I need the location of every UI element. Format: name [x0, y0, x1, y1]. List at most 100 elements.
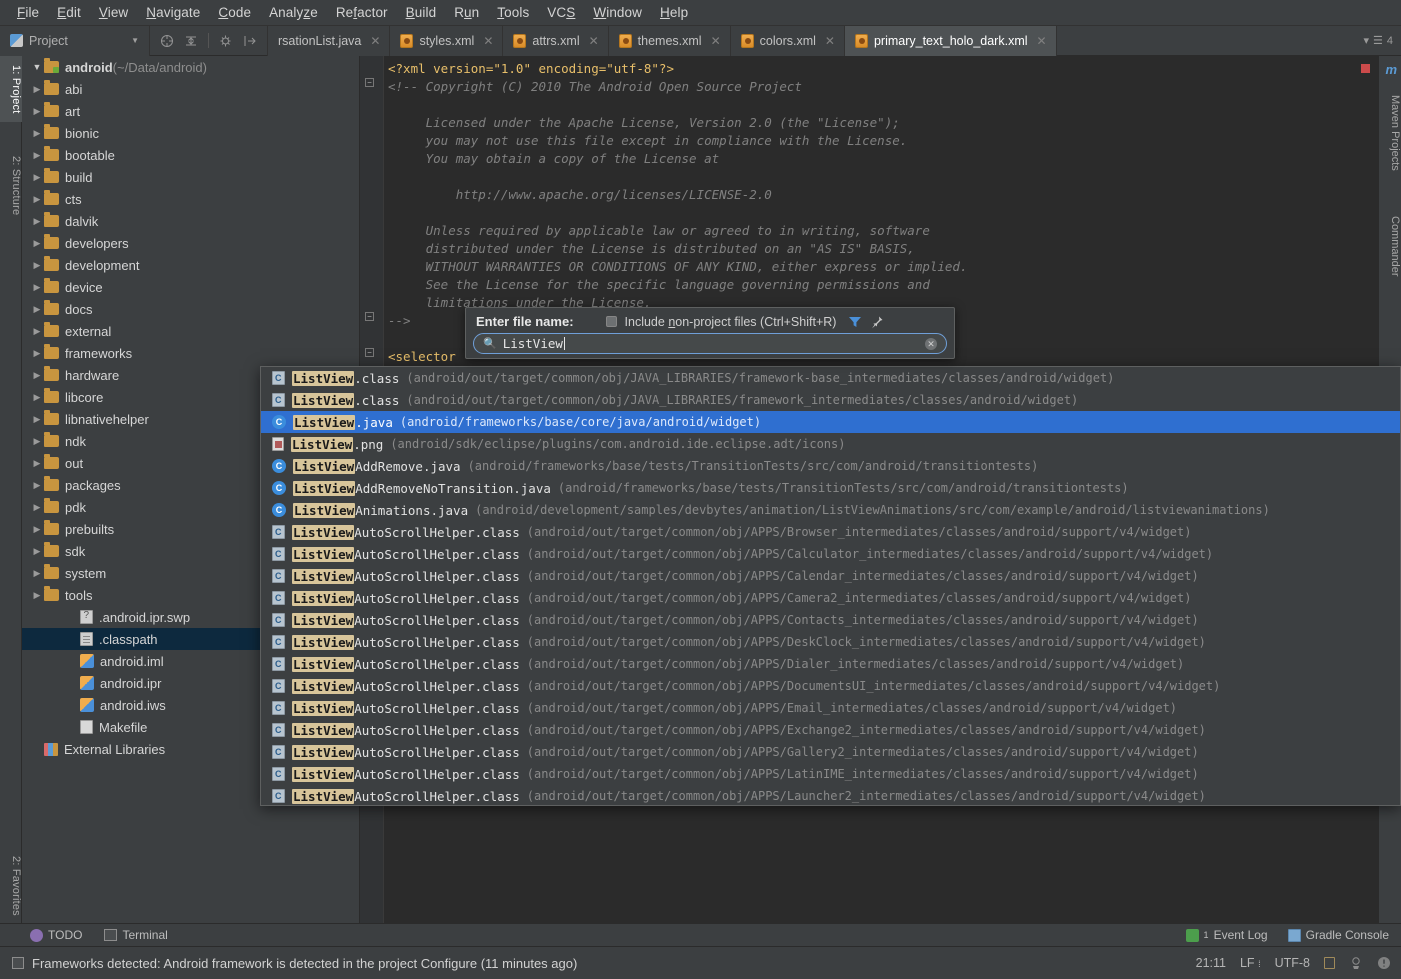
menu-item-build[interactable]: Build [397, 2, 446, 23]
editor-tab-colors-xml[interactable]: colors.xml✕ [731, 26, 845, 56]
tree-node-abi[interactable]: ▶abi [22, 78, 359, 100]
filter-funnel-icon[interactable] [848, 316, 862, 328]
editor-tab-rsationlist-java[interactable]: rsationList.java✕ [268, 26, 390, 56]
search-result-item[interactable]: CListViewAddRemove.java(android/framewor… [261, 455, 1400, 477]
close-icon[interactable]: ✕ [589, 34, 599, 48]
search-result-item[interactable]: ListView.png(android/sdk/eclipse/plugins… [261, 433, 1400, 455]
tree-node-bionic[interactable]: ▶bionic [22, 122, 359, 144]
search-result-item[interactable]: ListViewAutoScrollHelper.class(android/o… [261, 631, 1400, 653]
menu-item-navigate[interactable]: Navigate [137, 2, 209, 23]
chevron-right-icon[interactable]: ▶ [30, 370, 44, 381]
menu-item-help[interactable]: Help [651, 2, 697, 23]
search-result-item[interactable]: ListView.class(android/out/target/common… [261, 367, 1400, 389]
project-view-selector[interactable]: Project ▼ [0, 26, 150, 56]
tree-node-dalvik[interactable]: ▶dalvik [22, 210, 359, 232]
search-result-item[interactable]: ListView.class(android/out/target/common… [261, 389, 1400, 411]
search-result-item[interactable]: ListViewAutoScrollHelper.class(android/o… [261, 675, 1400, 697]
chevron-right-icon[interactable]: ▶ [30, 216, 44, 227]
search-result-item[interactable]: ListViewAutoScrollHelper.class(android/o… [261, 543, 1400, 565]
search-result-item[interactable]: ListViewAutoScrollHelper.class(android/o… [261, 741, 1400, 763]
collapse-all-icon[interactable] [184, 34, 198, 48]
tree-node-frameworks[interactable]: ▶frameworks [22, 342, 359, 364]
inspection-icon[interactable] [1349, 956, 1363, 970]
gear-icon[interactable] [219, 34, 233, 48]
chevron-right-icon[interactable]: ▶ [30, 524, 44, 535]
fold-marker-icon[interactable]: − [365, 78, 374, 87]
notification-icon[interactable] [1377, 956, 1391, 970]
chevron-down-icon[interactable]: ▼ [131, 36, 139, 45]
chevron-right-icon[interactable]: ▶ [30, 458, 44, 469]
menu-item-view[interactable]: View [90, 2, 137, 23]
target-icon[interactable] [160, 34, 174, 48]
tree-node-docs[interactable]: ▶docs [22, 298, 359, 320]
close-icon[interactable]: ✕ [483, 34, 493, 48]
chevron-right-icon[interactable]: ▶ [30, 128, 44, 139]
tool-tab-structure[interactable]: 2: Structure [0, 146, 22, 226]
editor-tab-themes-xml[interactable]: themes.xml✕ [609, 26, 731, 56]
tool-tab-todo[interactable]: TODO [30, 928, 82, 942]
tree-node-development[interactable]: ▶development [22, 254, 359, 276]
tree-node-cts[interactable]: ▶cts [22, 188, 359, 210]
tree-node-device[interactable]: ▶device [22, 276, 359, 298]
close-icon[interactable]: ✕ [370, 34, 380, 48]
line-separator[interactable]: LF ⁞ [1240, 956, 1261, 970]
include-non-project-checkbox[interactable] [606, 316, 617, 327]
tree-node-developers[interactable]: ▶developers [22, 232, 359, 254]
editor-tab-primary-text-holo-dark-xml[interactable]: primary_text_holo_dark.xml✕ [845, 26, 1057, 56]
chevron-right-icon[interactable]: ▶ [30, 414, 44, 425]
tool-tab-commander[interactable]: Commander [1378, 196, 1401, 296]
search-result-item[interactable]: ListViewAutoScrollHelper.class(android/o… [261, 719, 1400, 741]
chevron-right-icon[interactable]: ▶ [30, 172, 44, 183]
chevron-right-icon[interactable]: ▶ [30, 150, 44, 161]
tool-tab-event-log[interactable]: 1 Event Log [1186, 928, 1268, 942]
search-result-item[interactable]: ListViewAutoScrollHelper.class(android/o… [261, 521, 1400, 543]
search-result-item[interactable]: ListViewAutoScrollHelper.class(android/o… [261, 785, 1400, 806]
tool-tab-project[interactable]: 1: Project [0, 56, 22, 122]
chevron-right-icon[interactable]: ▶ [30, 480, 44, 491]
menu-item-edit[interactable]: Edit [48, 2, 90, 23]
clear-icon[interactable]: ✕ [925, 338, 937, 350]
menu-item-window[interactable]: Window [584, 2, 651, 23]
hide-panel-icon[interactable] [243, 34, 257, 48]
search-result-item[interactable]: ListViewAutoScrollHelper.class(android/o… [261, 697, 1400, 719]
chevron-right-icon[interactable]: ▶ [30, 348, 44, 359]
chevron-right-icon[interactable]: ▶ [30, 106, 44, 117]
search-results-list[interactable]: ListView.class(android/out/target/common… [260, 366, 1401, 806]
status-message[interactable]: Frameworks detected: Android framework i… [32, 956, 577, 971]
editor-tab-attrs-xml[interactable]: attrs.xml✕ [503, 26, 608, 56]
fold-marker-icon[interactable]: − [365, 312, 374, 321]
search-result-item[interactable]: ListViewAutoScrollHelper.class(android/o… [261, 587, 1400, 609]
chevron-right-icon[interactable]: ▶ [30, 436, 44, 447]
search-result-item[interactable]: ListViewAutoScrollHelper.class(android/o… [261, 565, 1400, 587]
tool-tab-favorites[interactable]: 2: Favorites [0, 846, 22, 926]
fold-marker-icon[interactable]: − [365, 348, 374, 357]
tool-tab-gradle-console[interactable]: Gradle Console [1288, 928, 1389, 942]
search-result-item[interactable]: ListViewAutoScrollHelper.class(android/o… [261, 653, 1400, 675]
menu-item-tools[interactable]: Tools [488, 2, 538, 23]
menu-item-code[interactable]: Code [209, 2, 260, 23]
file-search-input[interactable]: 🔍 ListView ✕ [473, 333, 947, 354]
chevron-right-icon[interactable]: ▶ [30, 282, 44, 293]
menu-item-analyze[interactable]: Analyze [260, 2, 327, 23]
menu-item-file[interactable]: File [8, 2, 48, 23]
tree-node-android[interactable]: ▼android (~/Data/android) [22, 56, 359, 78]
chevron-right-icon[interactable]: ▶ [30, 502, 44, 513]
tree-node-bootable[interactable]: ▶bootable [22, 144, 359, 166]
chevron-right-icon[interactable]: ▶ [30, 568, 44, 579]
chevron-right-icon[interactable]: ▶ [30, 304, 44, 315]
chevron-right-icon[interactable]: ▶ [30, 392, 44, 403]
chevron-right-icon[interactable]: ▶ [30, 546, 44, 557]
chevron-right-icon[interactable]: ▶ [30, 238, 44, 249]
menu-item-vcs[interactable]: VCS [538, 2, 584, 23]
lock-icon[interactable] [1324, 957, 1335, 969]
pin-icon[interactable] [870, 315, 884, 329]
tree-node-external[interactable]: ▶external [22, 320, 359, 342]
close-icon[interactable]: ✕ [711, 34, 721, 48]
search-result-item[interactable]: CListViewAnimations.java(android/develop… [261, 499, 1400, 521]
tree-node-build[interactable]: ▶build [22, 166, 359, 188]
menu-item-refactor[interactable]: Refactor [327, 2, 397, 23]
file-encoding[interactable]: UTF-8 [1275, 956, 1310, 970]
menu-item-run[interactable]: Run [445, 2, 488, 23]
tabs-overflow[interactable]: ▾ ☰ 4 [1355, 34, 1401, 47]
chevron-down-icon[interactable]: ▼ [30, 62, 44, 72]
